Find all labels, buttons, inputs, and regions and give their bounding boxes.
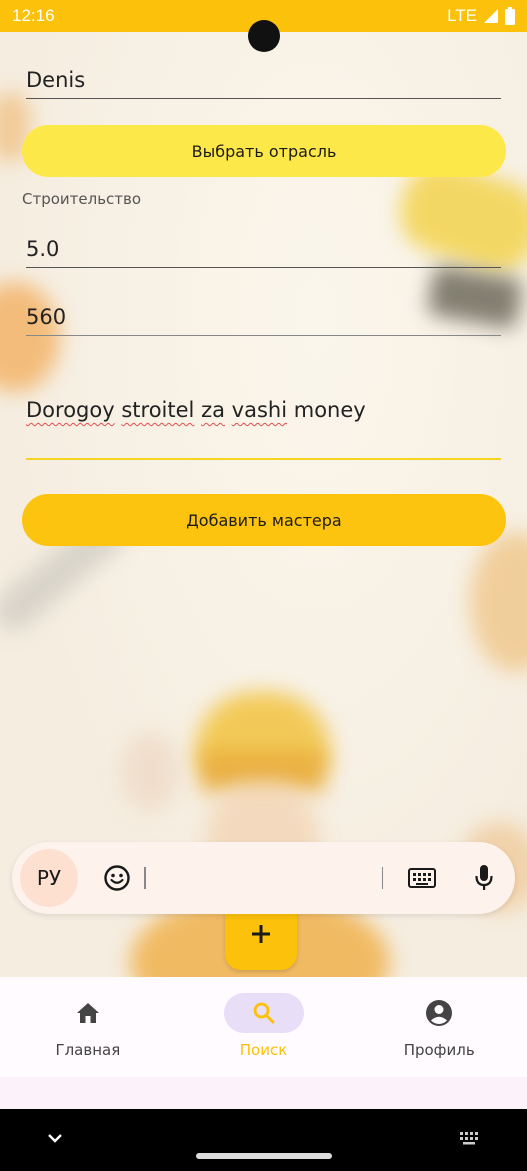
status-time: 12:16 <box>12 6 55 25</box>
nav-label: Главная <box>55 1041 121 1059</box>
home-gesture-pill[interactable] <box>196 1153 332 1159</box>
nav-item-profile[interactable]: Профиль <box>351 977 527 1077</box>
description-field[interactable]: Dorogoy stroitel za vashi money <box>26 398 501 460</box>
chevron-down-icon[interactable] <box>46 1131 64 1145</box>
description-word: vashi <box>231 398 288 422</box>
name-field-value: Denis <box>26 68 86 92</box>
description-word: za <box>201 398 225 422</box>
language-switch-button[interactable]: РУ <box>20 849 78 907</box>
add-master-button[interactable]: Добавить мастера <box>22 494 506 546</box>
nav-label: Профиль <box>403 1041 475 1059</box>
toolbar-divider <box>381 867 383 889</box>
system-navigation-bar <box>0 1109 527 1171</box>
price-field-value: 560 <box>26 305 67 329</box>
rating-field[interactable]: 5.0 <box>26 237 501 268</box>
emoji-icon[interactable] <box>94 855 140 901</box>
description-word: money <box>293 398 366 422</box>
plus-icon <box>252 925 270 943</box>
battery-icon <box>505 7 515 25</box>
keyboard-icon[interactable] <box>399 855 445 901</box>
description-word: stroitel <box>121 398 195 422</box>
search-icon <box>253 1002 274 1024</box>
home-icon <box>76 1003 99 1023</box>
select-industry-button[interactable]: Выбрать отрасль <box>22 125 506 177</box>
toolbar-divider <box>144 867 146 889</box>
front-camera <box>248 20 280 52</box>
bottom-navigation: Главная Поиск Профиль <box>0 977 527 1077</box>
nav-label: Поиск <box>239 1041 288 1059</box>
language-label: РУ <box>36 866 62 890</box>
signal-icon <box>484 9 498 23</box>
network-type: LTE <box>447 6 477 25</box>
nav-bottom-padding <box>0 1077 527 1109</box>
description-field-value: Dorogoy stroitel za vashi money <box>26 398 366 422</box>
nav-item-home[interactable]: Главная <box>0 977 176 1077</box>
description-word: Dorogoy <box>26 398 115 422</box>
nav-item-search[interactable]: Поиск <box>176 977 352 1077</box>
rating-field-value: 5.0 <box>26 237 60 261</box>
microphone-icon[interactable] <box>461 855 507 901</box>
name-field[interactable]: Denis <box>26 68 501 99</box>
keyboard-switch-icon[interactable] <box>459 1131 483 1147</box>
keyboard-toolbar: РУ <box>12 842 515 914</box>
account-circle-icon <box>426 1000 453 1026</box>
price-field[interactable]: 560 <box>26 305 501 336</box>
selected-industry-label: Строительство <box>22 190 142 208</box>
